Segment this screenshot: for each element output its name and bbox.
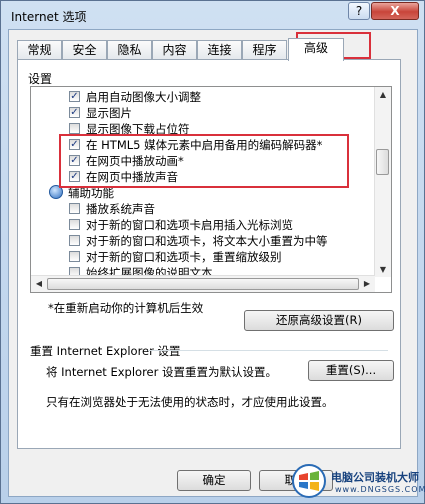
checkbox[interactable] (69, 251, 80, 262)
checkbox[interactable] (69, 123, 80, 134)
checkbox[interactable]: ✓ (69, 107, 80, 118)
internet-options-window: Internet 选项 ? X 常规 安全 隐私 内容 连接 程序 高级 设置 … (0, 0, 425, 504)
checkbox[interactable]: ✓ (69, 91, 80, 102)
restore-advanced-settings-button[interactable]: 还原高级设置(R) (244, 310, 394, 331)
advanced-panel: 设置 ✓ 启用自动图像大小调整 ✓ 显示图片 显示图像下载占位符 ✓ 在 HTM… (17, 59, 401, 449)
checkbox[interactable] (69, 219, 80, 230)
horizontal-scrollbar[interactable]: ◀ ▶ (31, 275, 375, 292)
options-highlight-box (59, 134, 349, 188)
tab-programs[interactable]: 程序 (242, 40, 287, 60)
tab-connections[interactable]: 连接 (197, 40, 242, 60)
reset-warning: 只有在浏览器处于无法使用的状态时，才应使用此设置。 (46, 395, 334, 409)
tab-privacy[interactable]: 隐私 (107, 40, 152, 60)
ok-button[interactable]: 确定 (177, 470, 251, 491)
watermark-url: www.DNGSGS.COM (335, 485, 425, 494)
reset-group-label: 重置 Internet Explorer 设置 (30, 344, 181, 358)
reset-button[interactable]: 重置(S)... (308, 360, 394, 381)
windows-logo-icon (292, 464, 326, 498)
checkbox[interactable] (69, 235, 80, 246)
scroll-up-icon[interactable]: ▲ (376, 87, 390, 102)
watermark-title: 电脑公司装机大师 (331, 471, 419, 484)
tab-advanced[interactable]: 高级 (288, 38, 344, 61)
settings-group-label: 设置 (28, 72, 53, 86)
tab-general[interactable]: 常规 (17, 40, 62, 60)
help-button[interactable]: ? (348, 2, 370, 20)
horizontal-scroll-thumb[interactable] (47, 278, 359, 290)
settings-list: ✓ 启用自动图像大小调整 ✓ 显示图片 显示图像下载占位符 ✓ 在 HTML5 … (30, 86, 392, 293)
scroll-thumb[interactable] (376, 149, 389, 175)
restart-note: *在重新启动你的计算机后生效 (48, 301, 204, 315)
title-bar[interactable]: Internet 选项 ? X (1, 1, 424, 31)
scroll-right-icon[interactable]: ▶ (360, 277, 374, 291)
reset-description: 将 Internet Explorer 设置重置为默认设置。 (46, 365, 278, 379)
dialog-body: 常规 安全 隐私 内容 连接 程序 高级 设置 ✓ 启用自动图像大小调整 ✓ 显… (8, 29, 418, 497)
checkbox[interactable] (69, 203, 80, 214)
scroll-left-icon[interactable]: ◀ (32, 277, 46, 291)
close-button[interactable]: X (371, 2, 419, 20)
tab-security[interactable]: 安全 (62, 40, 107, 60)
tab-content[interactable]: 内容 (152, 40, 197, 60)
watermark: 电脑公司装机大师 www.DNGSGS.COM (291, 463, 425, 501)
vertical-scrollbar[interactable]: ▲ ▼ (374, 87, 391, 277)
scroll-down-icon[interactable]: ▼ (376, 262, 390, 277)
window-title: Internet 选项 (11, 10, 87, 24)
group-divider (148, 350, 388, 351)
